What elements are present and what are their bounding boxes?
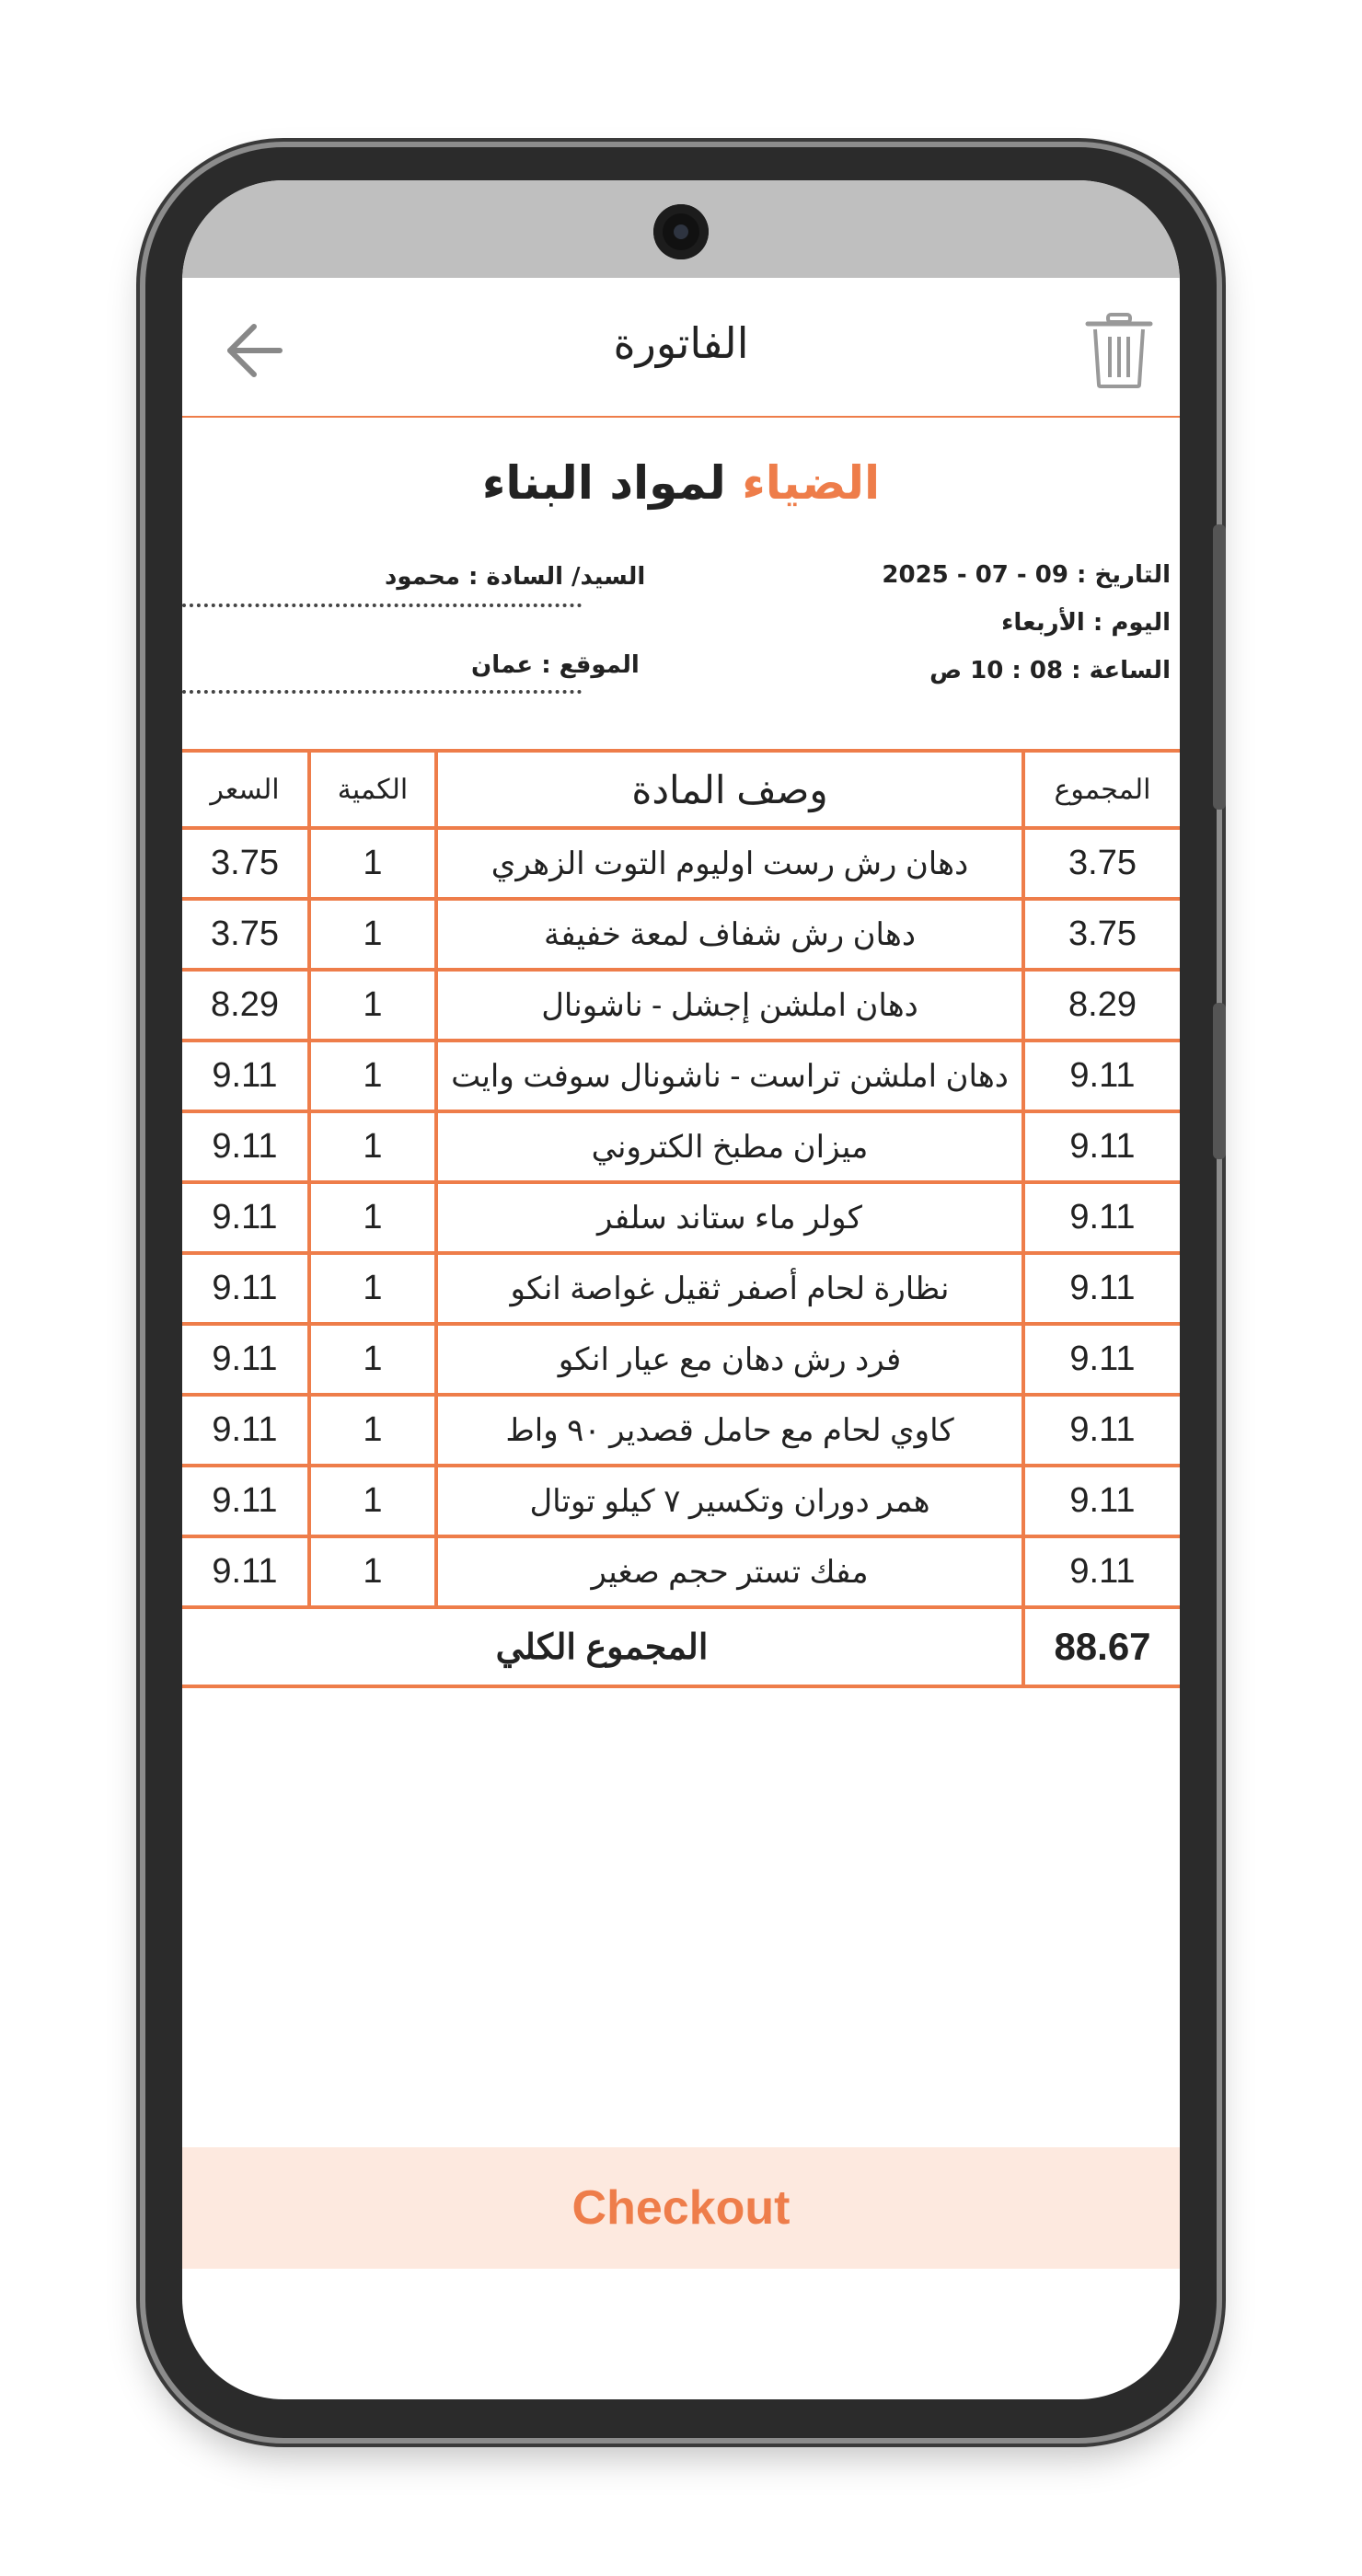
row-total: 9.11 xyxy=(1022,1180,1180,1255)
row-total: 9.11 xyxy=(1022,1393,1180,1467)
row-description: مفك تستر حجم صغير xyxy=(434,1535,1025,1609)
location-dotted-line xyxy=(182,690,582,694)
row-description: ميزان مطبخ الكتروني xyxy=(434,1110,1025,1184)
company-name-rest: لمواد البناء xyxy=(481,456,726,510)
row-description: همر دوران وتكسير ٧ كيلو توتال xyxy=(434,1464,1025,1538)
customer-dotted-line xyxy=(182,604,582,607)
company-name-accent: الضياء xyxy=(742,456,881,510)
time-field: الساعة : 08 : 10 ص xyxy=(929,657,1171,684)
table-row: 9.11 1 همر دوران وتكسير ٧ كيلو توتال 9.11 xyxy=(182,1464,1180,1538)
header-total: المجموع xyxy=(1022,749,1180,830)
table-row: 9.11 1 نظارة لحام أصفر ثقيل غواصة انكو 9.11 xyxy=(182,1251,1180,1326)
invoice-table: السعر الكمية وصف المادة المجموع 3.75 1 دها… xyxy=(182,749,1180,1688)
row-total: 9.11 xyxy=(1022,1322,1180,1397)
row-total: 9.11 xyxy=(1022,1039,1180,1113)
row-total: 9.11 xyxy=(1022,1110,1180,1184)
row-quantity: 1 xyxy=(307,1180,438,1255)
table-row: 9.11 1 كاوي لحام مع حامل قصدير ٩٠ واط 9.11 xyxy=(182,1393,1180,1467)
header-price: السعر xyxy=(182,749,311,830)
table-row: 3.75 1 دهان رش شفاف لمعة خفيفة 3.75 xyxy=(182,897,1180,972)
table-row: 9.11 1 دهان املشن تراست - ناشونال سوفت واي… xyxy=(182,1039,1180,1113)
row-price: 9.11 xyxy=(182,1464,311,1538)
table-row: 9.11 1 مفك تستر حجم صغير 9.11 xyxy=(182,1535,1180,1609)
row-price: 9.11 xyxy=(182,1110,311,1184)
table-row: 3.75 1 دهان رش رست اوليوم التوت الزهري 3.75 xyxy=(182,826,1180,901)
row-quantity: 1 xyxy=(307,1251,438,1326)
row-description: فرد رش دهان مع عيار انكو xyxy=(434,1322,1025,1397)
table-row: 8.29 1 دهان املشن إجشل - ناشونال 8.29 xyxy=(182,968,1180,1042)
table-row: 9.11 1 فرد رش دهان مع عيار انكو 9.11 xyxy=(182,1322,1180,1397)
row-quantity: 1 xyxy=(307,897,438,972)
trash-icon xyxy=(1085,313,1153,388)
row-total: 8.29 xyxy=(1022,968,1180,1042)
row-quantity: 1 xyxy=(307,1322,438,1397)
volume-button xyxy=(1213,524,1226,810)
row-quantity: 1 xyxy=(307,1393,438,1467)
phone-screen: الفاتورة الضياء لمواد البناء السيد/ السا… xyxy=(182,180,1180,2399)
location-field: الموقع : عمان xyxy=(471,651,640,679)
page-title: الفاتورة xyxy=(613,318,749,368)
header-description: وصف المادة xyxy=(434,749,1025,830)
row-price: 9.11 xyxy=(182,1322,311,1397)
delete-button[interactable] xyxy=(1084,311,1154,390)
grand-total-label: المجموع الكلي xyxy=(182,1605,1025,1688)
grand-total-value: 88.67 xyxy=(1022,1605,1180,1688)
date-field: التاريخ : 09 - 07 - 2025 xyxy=(882,561,1171,589)
row-total: 9.11 xyxy=(1022,1251,1180,1326)
status-bar xyxy=(182,180,1180,278)
row-description: نظارة لحام أصفر ثقيل غواصة انكو xyxy=(434,1251,1025,1326)
row-quantity: 1 xyxy=(307,826,438,901)
row-description: كاوي لحام مع حامل قصدير ٩٠ واط xyxy=(434,1393,1025,1467)
table-header-row: السعر الكمية وصف المادة المجموع xyxy=(182,749,1180,830)
table-row: 9.11 1 ميزان مطبخ الكتروني 9.11 xyxy=(182,1110,1180,1184)
checkout-button[interactable]: Checkout xyxy=(182,2147,1180,2269)
row-description: دهان رش شفاف لمعة خفيفة xyxy=(434,897,1025,972)
row-description: دهان رش رست اوليوم التوت الزهري xyxy=(434,826,1025,901)
row-description: دهان املشن إجشل - ناشونال xyxy=(434,968,1025,1042)
row-price: 9.11 xyxy=(182,1039,311,1113)
row-quantity: 1 xyxy=(307,1110,438,1184)
row-quantity: 1 xyxy=(307,1464,438,1538)
grand-total-row: المجموع الكلي 88.67 xyxy=(182,1605,1180,1688)
row-price: 8.29 xyxy=(182,968,311,1042)
row-total: 9.11 xyxy=(1022,1535,1180,1609)
row-description: كولر ماء ستاند سلفر xyxy=(434,1180,1025,1255)
row-price: 9.11 xyxy=(182,1535,311,1609)
company-name: الضياء لمواد البناء xyxy=(182,456,1180,510)
app-header: الفاتورة xyxy=(182,278,1180,418)
row-total: 9.11 xyxy=(1022,1464,1180,1538)
row-total: 3.75 xyxy=(1022,826,1180,901)
row-description: دهان املشن تراست - ناشونال سوفت وايت xyxy=(434,1039,1025,1113)
row-price: 3.75 xyxy=(182,826,311,901)
row-price: 3.75 xyxy=(182,897,311,972)
row-quantity: 1 xyxy=(307,1039,438,1113)
row-price: 9.11 xyxy=(182,1251,311,1326)
row-price: 9.11 xyxy=(182,1180,311,1255)
row-total: 3.75 xyxy=(1022,897,1180,972)
row-quantity: 1 xyxy=(307,1535,438,1609)
front-camera xyxy=(653,204,709,259)
header-quantity: الكمية xyxy=(307,749,438,830)
customer-field: السيد/ السادة : محمود xyxy=(385,563,646,591)
row-price: 9.11 xyxy=(182,1393,311,1467)
day-field: اليوم : الأربعاء xyxy=(1001,609,1171,637)
table-row: 9.11 1 كولر ماء ستاند سلفر 9.11 xyxy=(182,1180,1180,1255)
power-button xyxy=(1213,1003,1226,1159)
row-quantity: 1 xyxy=(307,968,438,1042)
